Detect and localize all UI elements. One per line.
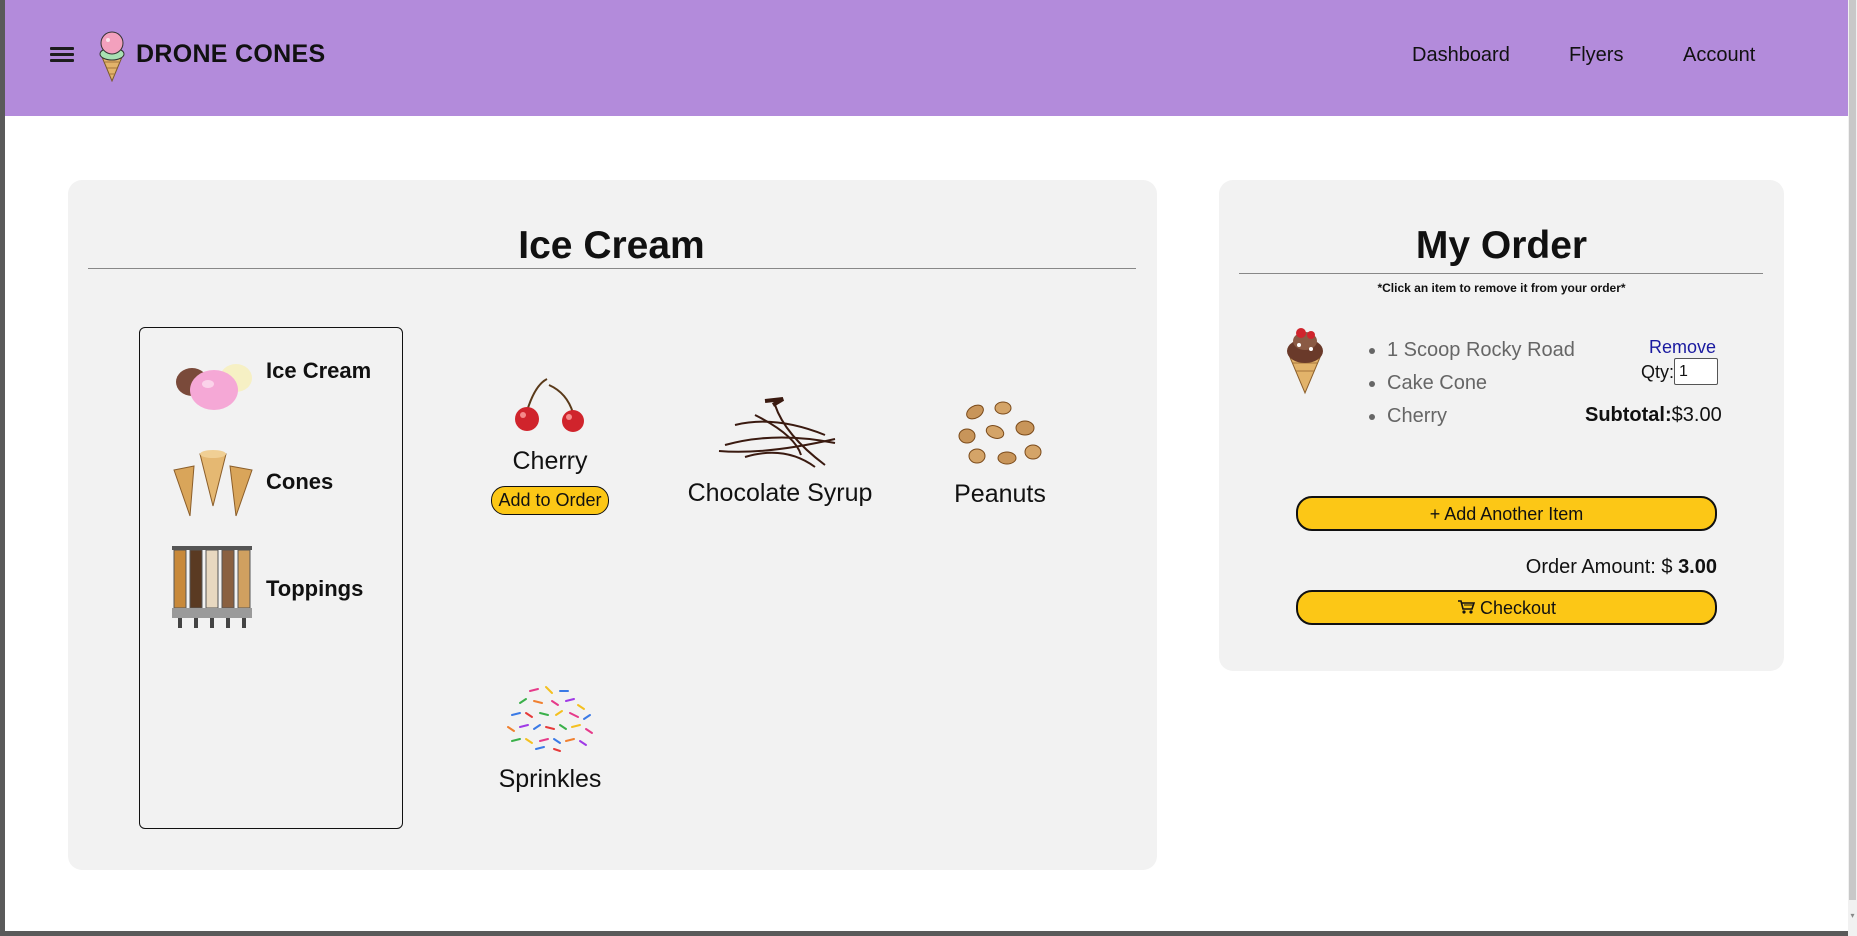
remove-item-link[interactable]: Remove (1649, 337, 1716, 358)
toppings-dispenser-icon (172, 546, 252, 628)
order-item-details[interactable]: 1 Scoop Rocky Road Cake Cone Cherry (1387, 334, 1575, 433)
order-line: Cherry (1387, 400, 1575, 433)
order-line: Cake Cone (1387, 367, 1575, 400)
product-peanuts[interactable]: Peanuts (930, 398, 1070, 509)
product-cherry[interactable]: Cherry Add to Order (480, 375, 620, 515)
product-chocolate-syrup[interactable]: Chocolate Syrup (680, 395, 880, 508)
nav-flyers[interactable]: Flyers (1569, 44, 1623, 67)
product-name: Cherry (512, 447, 588, 475)
order-item-cone-icon[interactable] (1281, 325, 1329, 395)
sprinkles-icon (507, 686, 593, 752)
item-subtotal: Subtotal:$3.00 (1585, 404, 1722, 427)
category-label: Ice Cream (266, 358, 372, 383)
app-window: DRONE CONES Dashboard Flyers Account Ice… (5, 0, 1848, 931)
checkout-button[interactable]: Checkout (1296, 590, 1717, 625)
menu-panel: Ice Cream Ice Cream Cones Toppings Cherr… (68, 180, 1157, 870)
scroll-down-arrow-icon[interactable]: ▾ (1849, 912, 1856, 920)
peanuts-icon (958, 401, 1042, 465)
cherry-icon (515, 378, 584, 432)
category-ice-cream[interactable]: Ice Cream (170, 358, 390, 418)
hamburger-menu-icon[interactable] (49, 44, 75, 66)
chocolate-syrup-icon (718, 397, 836, 468)
category-cones[interactable]: Cones (170, 446, 390, 522)
order-panel: My Order *Click an item to remove it fro… (1219, 180, 1784, 671)
order-amount-value: 3.00 (1678, 556, 1717, 578)
brand-name: DRONE CONES (136, 40, 326, 68)
product-name: Chocolate Syrup (687, 479, 873, 507)
nav-dashboard[interactable]: Dashboard (1412, 44, 1510, 67)
qty-input[interactable] (1674, 358, 1718, 385)
product-name: Peanuts (954, 480, 1046, 508)
menu-title: Ice Cream (518, 224, 705, 267)
scrollbar-thumb[interactable] (1849, 0, 1856, 900)
category-label: Cones (266, 469, 334, 494)
nav-account[interactable]: Account (1683, 44, 1755, 67)
product-sprinkles[interactable]: Sprinkles (480, 683, 620, 794)
category-toppings[interactable]: Toppings (170, 546, 390, 630)
add-another-item-button[interactable]: + Add Another Item (1296, 496, 1717, 531)
order-amount-label: Order Amount: $ (1525, 556, 1679, 578)
ice-cream-logo-icon (99, 31, 125, 82)
order-divider (1239, 273, 1763, 274)
add-to-order-button[interactable]: Add to Order (491, 486, 609, 515)
cart-icon (1457, 599, 1476, 614)
order-title: My Order (1415, 224, 1588, 267)
order-hint: *Click an item to remove it from your or… (1377, 281, 1626, 295)
category-list: Ice Cream Cones Toppings (139, 327, 403, 829)
app-header: DRONE CONES Dashboard Flyers Account (5, 0, 1848, 116)
qty-label: Qty: (1641, 362, 1675, 382)
subtotal-value: $3.00 (1671, 404, 1722, 426)
product-name: Sprinkles (498, 765, 602, 793)
subtotal-label: Subtotal: (1585, 404, 1672, 426)
menu-divider (88, 268, 1136, 269)
order-line: 1 Scoop Rocky Road (1387, 334, 1575, 367)
cones-icon (173, 450, 253, 517)
order-amount: Order Amount: $ 3.00 (1296, 556, 1717, 579)
checkout-label: Checkout (1479, 597, 1557, 618)
ice-cream-scoops-icon (176, 364, 252, 410)
category-label: Toppings (266, 576, 364, 601)
